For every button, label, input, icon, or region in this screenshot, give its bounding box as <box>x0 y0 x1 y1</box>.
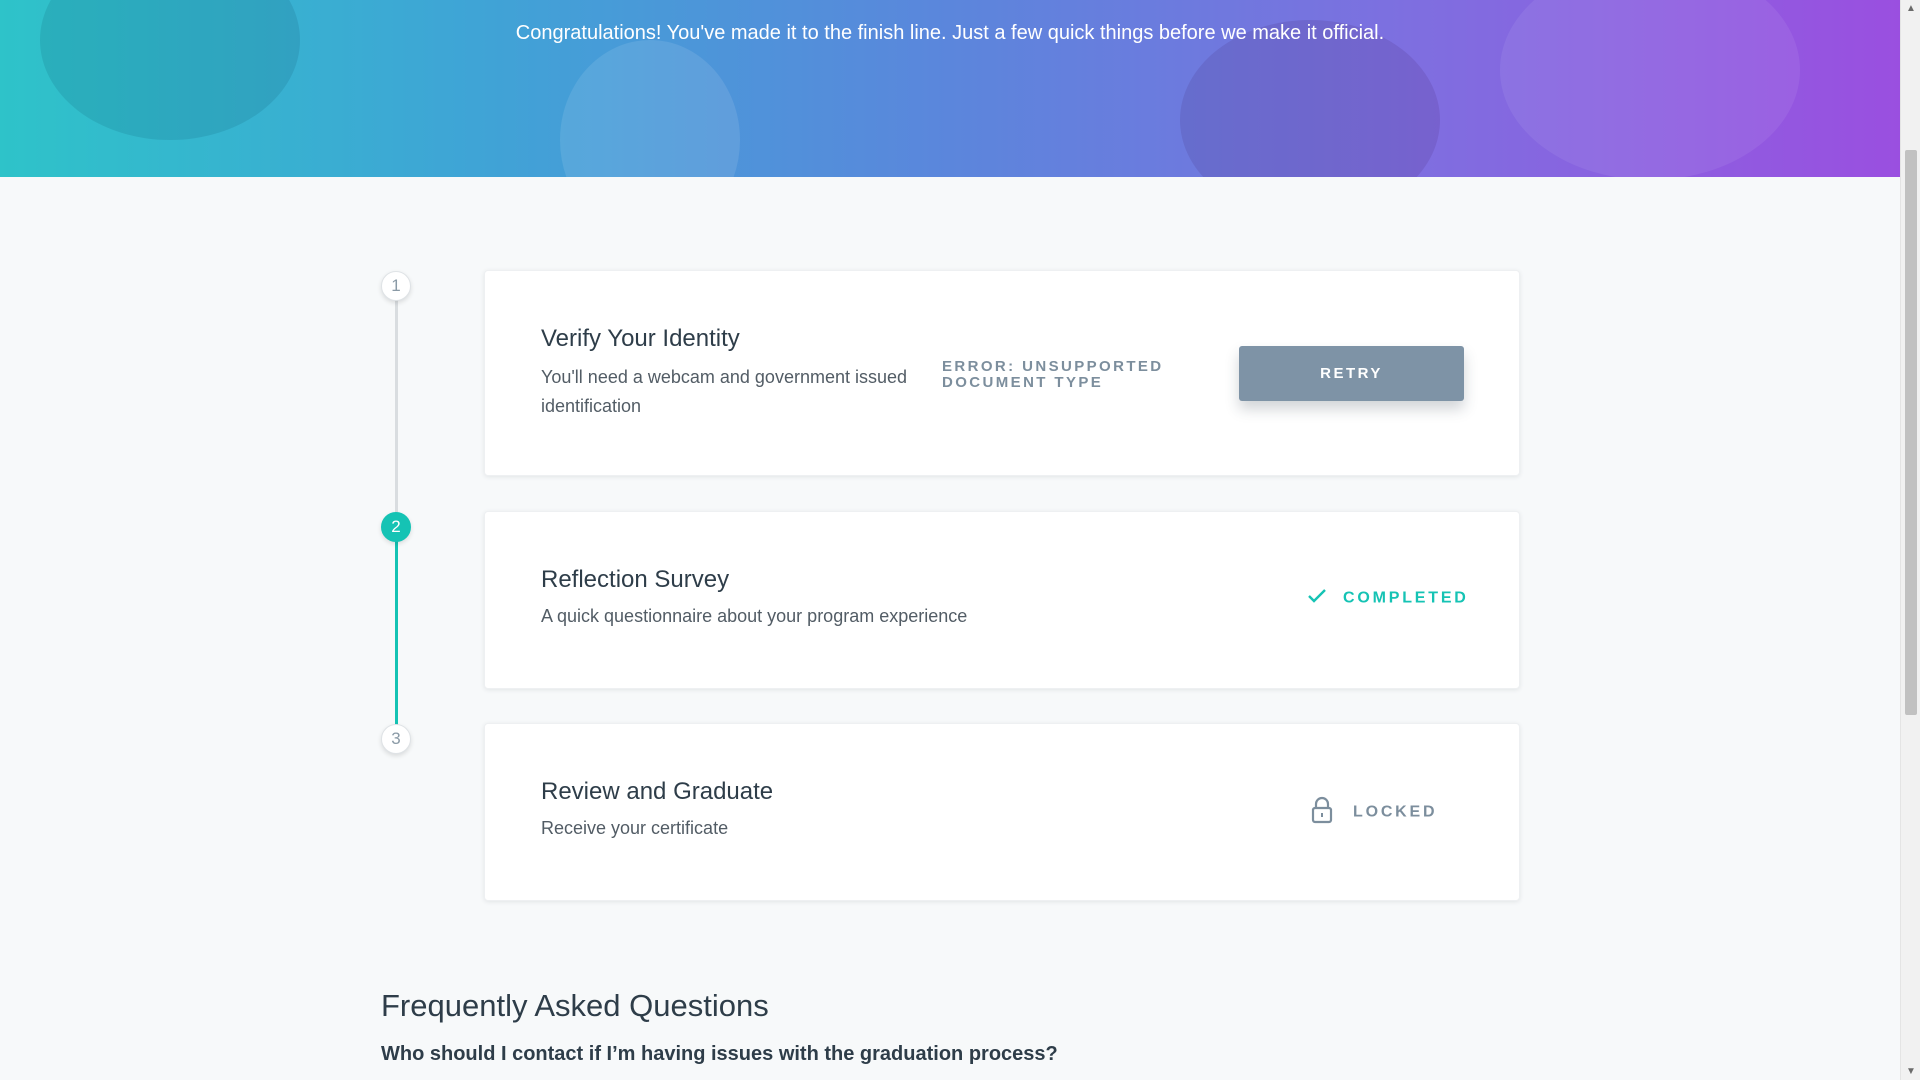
step-card-reflection-survey[interactable]: Reflection Survey A quick questionnaire … <box>484 511 1520 689</box>
retry-button[interactable]: RETRY <box>1239 346 1464 401</box>
status-label: COMPLETED <box>1343 589 1469 607</box>
hero-decoration <box>560 40 740 177</box>
step-title: Reflection Survey <box>541 566 730 593</box>
error-message: ERROR: UNSUPPORTED DOCUMENT TYPE <box>942 358 1164 391</box>
scroll-down-arrow-icon[interactable]: ▼ <box>1901 1063 1920 1080</box>
faq-title: Frequently Asked Questions <box>381 988 769 1023</box>
page: Congratulations! You've made it to the f… <box>0 0 1920 1080</box>
status-locked: LOCKED <box>1311 796 1437 829</box>
step-number-2: 2 <box>381 512 411 542</box>
timeline-line <box>395 288 398 528</box>
step-card-verify-identity: Verify Your Identity You'll need a webca… <box>484 270 1520 476</box>
scrollbar-thumb[interactable] <box>1905 150 1917 715</box>
step-description: You'll need a webcam and government issu… <box>541 367 908 416</box>
step-description: Receive your certificate <box>541 818 729 838</box>
step-card-review-graduate: Review and Graduate Receive your certifi… <box>484 723 1520 901</box>
step-description: A quick questionnaire about your program… <box>541 606 968 626</box>
scrollbar[interactable]: ▲ ▼ <box>1900 0 1920 1080</box>
step-title: Verify Your Identity <box>541 325 740 352</box>
step-number-1: 1 <box>381 271 411 301</box>
status-label: LOCKED <box>1353 803 1438 821</box>
lock-icon <box>1311 796 1333 829</box>
check-icon <box>1307 588 1327 609</box>
timeline-line-active <box>395 530 398 740</box>
step-title: Review and Graduate <box>541 778 774 805</box>
faq-question[interactable]: Who should I contact if I’m having issue… <box>381 1043 1058 1066</box>
hero-banner: Congratulations! You've made it to the f… <box>0 0 1900 177</box>
step-number-3: 3 <box>381 724 411 754</box>
scroll-up-arrow-icon[interactable]: ▲ <box>1901 0 1920 17</box>
status-completed: COMPLETED <box>1307 588 1469 609</box>
hero-message: Congratulations! You've made it to the f… <box>515 22 1385 44</box>
hero-decoration <box>40 0 300 140</box>
